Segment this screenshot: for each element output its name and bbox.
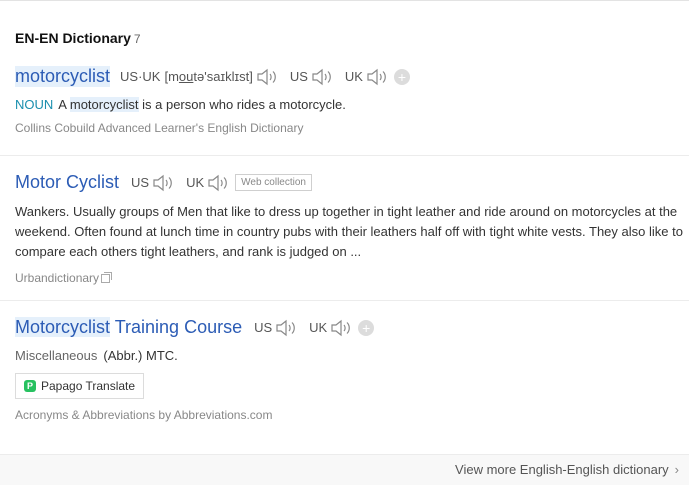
headword-link[interactable]: motorcyclist bbox=[15, 66, 111, 87]
headword-highlight: Motorcyclist bbox=[15, 317, 111, 337]
definition-text: A bbox=[58, 97, 67, 112]
web-collection-badge: Web collection bbox=[235, 174, 312, 191]
entry-header: Motor Cyclist US UK Web collection bbox=[15, 172, 689, 193]
pron-label-us: US bbox=[254, 320, 273, 335]
entry-header: motorcyclist US·UK [moutə'saɪklɪst] US U… bbox=[15, 66, 689, 87]
entry-motorcyclist-training-course: Motorcyclist Training Course US UK + Mis… bbox=[15, 317, 689, 422]
entry-motorcyclist: motorcyclist US·UK [moutə'saɪklɪst] US U… bbox=[15, 66, 689, 135]
papago-label: Papago Translate bbox=[41, 379, 136, 393]
definition-text: (Abbr.) MTC. bbox=[103, 348, 178, 363]
pron-label-us-uk: US·UK bbox=[120, 69, 161, 84]
view-more-label: View more English-English dictionary bbox=[455, 462, 669, 477]
definition-highlight: motorcyclist bbox=[69, 97, 139, 112]
papago-logo-icon: P bbox=[24, 380, 36, 392]
speaker-icon[interactable] bbox=[256, 68, 278, 86]
definition: NOUN A motorcyclist is a person who rides… bbox=[15, 97, 689, 112]
section-title-text: EN-EN Dictionary bbox=[15, 30, 131, 46]
result-count: 7 bbox=[133, 32, 141, 46]
source-link[interactable]: Urbandictionary bbox=[15, 271, 99, 285]
headword-link[interactable]: Motorcyclist Training Course bbox=[15, 317, 242, 338]
top-border bbox=[0, 0, 689, 1]
divider bbox=[0, 300, 689, 301]
phonetic-part: [m bbox=[164, 69, 179, 84]
speaker-icon[interactable] bbox=[275, 319, 297, 337]
papago-translate-button[interactable]: P Papago Translate bbox=[15, 373, 145, 399]
phonetic-part: tə'saɪklɪst] bbox=[193, 69, 253, 84]
divider bbox=[0, 155, 689, 156]
source[interactable]: Collins Cobuild Advanced Learner's Engli… bbox=[15, 121, 689, 135]
pron-label-us: US bbox=[131, 175, 150, 190]
speaker-icon[interactable] bbox=[152, 174, 174, 192]
source[interactable]: Acronyms & Abbreviations by Abbreviation… bbox=[15, 408, 689, 422]
section-title: EN-EN Dictionary 7 bbox=[15, 30, 141, 46]
chevron-right-icon: › bbox=[674, 462, 679, 477]
entry-motor-cyclist: Motor Cyclist US UK Web collection Wanke… bbox=[15, 172, 689, 285]
footer: View more English-English dictionary › bbox=[0, 454, 689, 485]
view-more-link[interactable]: View more English-English dictionary › bbox=[455, 462, 679, 477]
definition-text: Wankers. Usually groups of Men that like… bbox=[15, 204, 683, 259]
source: Urbandictionary bbox=[15, 271, 689, 285]
pron-label-us: US bbox=[289, 69, 308, 84]
plus-icon[interactable]: + bbox=[358, 319, 375, 336]
headword-rest: Training Course bbox=[114, 317, 243, 337]
speaker-icon[interactable] bbox=[207, 174, 229, 192]
speaker-icon[interactable] bbox=[330, 319, 352, 337]
pron-label-uk: UK bbox=[186, 175, 205, 190]
pron-label-uk: UK bbox=[344, 69, 363, 84]
phonetic: [moutə'saɪklɪst] bbox=[164, 69, 252, 84]
category-label: Miscellaneous bbox=[15, 348, 98, 363]
speaker-icon[interactable] bbox=[311, 68, 333, 86]
definition-text: is a person who rides a motorcycle. bbox=[142, 97, 346, 112]
definition: Miscellaneous (Abbr.) MTC. bbox=[15, 348, 689, 363]
entry-header: Motorcyclist Training Course US UK + bbox=[15, 317, 689, 338]
plus-icon[interactable]: + bbox=[393, 68, 410, 85]
external-link-icon[interactable] bbox=[101, 272, 113, 284]
headword-link[interactable]: Motor Cyclist bbox=[15, 172, 119, 193]
phonetic-stress: ou bbox=[178, 69, 194, 84]
speaker-icon[interactable] bbox=[366, 68, 388, 86]
part-of-speech: NOUN bbox=[15, 97, 54, 112]
pron-label-uk: UK bbox=[309, 320, 328, 335]
